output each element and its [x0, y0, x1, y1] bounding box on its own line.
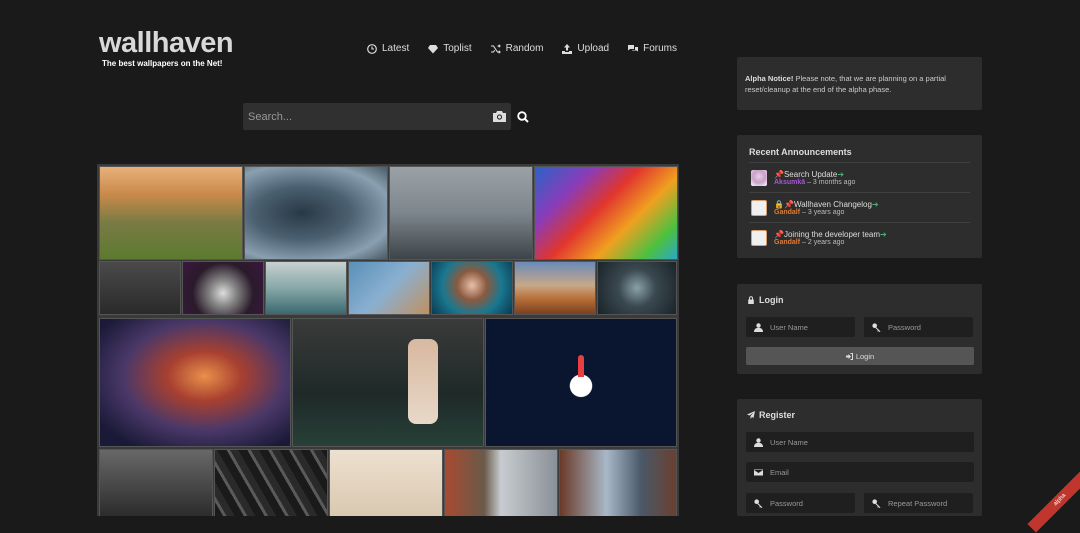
- pin-icon: 📌: [774, 229, 784, 239]
- clock-icon: [367, 43, 377, 54]
- sign-in-icon: [845, 352, 853, 360]
- register-title: Register: [759, 410, 796, 420]
- upload-icon: [562, 43, 573, 54]
- avatar: [751, 169, 767, 186]
- shuffle-icon: [490, 43, 501, 54]
- wallpaper-thumb[interactable]: [485, 318, 677, 447]
- announcement-user[interactable]: Aksumkā: [774, 179, 805, 186]
- register-heading: Register: [747, 410, 795, 420]
- register-password-input[interactable]: [770, 493, 850, 513]
- announcement-time: – 3 months ago: [807, 178, 856, 186]
- register-email-field: [746, 462, 974, 482]
- nav-random-label: Random: [505, 43, 544, 54]
- nav-random[interactable]: Random: [490, 43, 544, 54]
- comments-icon: [628, 44, 639, 51]
- wallpaper-thumb[interactable]: [244, 166, 388, 260]
- nav-latest[interactable]: Latest: [367, 43, 409, 54]
- wallpaper-thumb[interactable]: [444, 449, 558, 516]
- search-bar: [243, 103, 511, 130]
- wallpaper-thumb[interactable]: [329, 449, 443, 516]
- alpha-ribbon: alpha: [1027, 467, 1080, 533]
- pin-icon: 📌: [783, 199, 794, 209]
- diamond-icon: [428, 44, 439, 53]
- login-password-input[interactable]: [888, 317, 968, 337]
- site-logo[interactable]: wallhaven The best wallpapers on the Net…: [99, 27, 234, 68]
- wallpaper-thumb[interactable]: [559, 449, 677, 516]
- nav-upload[interactable]: Upload: [562, 43, 609, 54]
- notice-title: Alpha Notice!: [745, 74, 794, 83]
- user-icon: [753, 322, 763, 332]
- register-email-input[interactable]: [770, 462, 850, 482]
- wallpaper-thumb[interactable]: [534, 166, 678, 260]
- lock-icon: [748, 296, 754, 304]
- login-username-input[interactable]: [770, 317, 850, 337]
- wallpaper-thumb[interactable]: [99, 166, 243, 260]
- register-username-field: [746, 432, 974, 452]
- nav-forums[interactable]: Forums: [628, 43, 677, 54]
- arrow-right-icon: ➔: [871, 199, 879, 209]
- announcement-title[interactable]: Search Update: [784, 170, 837, 179]
- wallpaper-thumb[interactable]: [514, 261, 596, 315]
- announcement-user[interactable]: Gandalf: [774, 239, 800, 246]
- register-panel: Register: [737, 399, 982, 516]
- arrow-right-icon: ➔: [837, 169, 845, 179]
- wallpaper-thumb[interactable]: [389, 166, 533, 260]
- wallpaper-grid: [97, 164, 679, 516]
- user-icon: [753, 437, 763, 447]
- register-repeat-password-input[interactable]: [888, 493, 968, 513]
- pin-icon: 📌: [774, 169, 784, 179]
- announcements-title: Recent Announcements: [749, 147, 970, 163]
- login-password-field: [864, 317, 973, 337]
- key-icon: [871, 498, 880, 508]
- nav-forums-label: Forums: [643, 43, 678, 54]
- wallpaper-thumb[interactable]: [265, 261, 347, 315]
- announcement-item[interactable]: 🔒📌Wallhaven Changelog➔ Gandalf – 3 years…: [749, 193, 970, 223]
- avatar: [751, 229, 767, 246]
- announcement-title[interactable]: Joining the developer team: [784, 230, 880, 239]
- main-nav: Latest Toplist Random Upload Forums: [367, 43, 696, 54]
- announcement-item[interactable]: 📌Search Update➔ Aksumkā – 3 months ago: [749, 163, 970, 193]
- key-icon: [871, 322, 880, 332]
- search-icon[interactable]: [517, 111, 529, 123]
- announcement-user[interactable]: Gandalf: [774, 209, 800, 216]
- nav-toplist[interactable]: Toplist: [428, 43, 472, 54]
- search-input[interactable]: [243, 103, 483, 130]
- register-password-field: [746, 493, 855, 513]
- announcement-time: – 2 years ago: [802, 238, 845, 246]
- login-username-field: [746, 317, 855, 337]
- nav-toplist-label: Toplist: [443, 43, 472, 54]
- lock-icon: 🔒: [774, 199, 784, 209]
- announcements-panel: Recent Announcements 📌Search Update➔ Aks…: [737, 135, 982, 258]
- wallpaper-thumb[interactable]: [431, 261, 513, 315]
- announcement-time: – 3 years ago: [802, 208, 845, 216]
- register-username-input[interactable]: [770, 432, 850, 452]
- logo-text: wallhaven: [99, 27, 234, 59]
- key-icon: [753, 498, 762, 508]
- nav-latest-label: Latest: [382, 43, 410, 54]
- announcement-item[interactable]: 📌Joining the developer team➔ Gandalf – 2…: [749, 223, 970, 252]
- camera-icon[interactable]: [493, 110, 506, 122]
- envelope-icon: [753, 469, 763, 475]
- logo-tagline: The best wallpapers on the Net!: [102, 59, 223, 68]
- nav-upload-label: Upload: [577, 43, 610, 54]
- login-panel: Login Login: [737, 284, 982, 374]
- alpha-notice: Alpha Notice! Please note, that we are p…: [737, 57, 982, 110]
- register-repeat-password-field: [864, 493, 973, 513]
- wallpaper-thumb[interactable]: [182, 261, 264, 315]
- paper-plane-icon: [747, 411, 755, 419]
- login-button[interactable]: Login: [746, 347, 974, 365]
- wallpaper-thumb[interactable]: [348, 261, 430, 315]
- wallpaper-thumb[interactable]: [99, 449, 213, 516]
- wallpaper-thumb[interactable]: [99, 318, 291, 447]
- login-heading: Login: [747, 295, 784, 305]
- login-button-label: Login: [855, 351, 875, 361]
- login-title: Login: [759, 295, 784, 305]
- avatar: [751, 199, 767, 216]
- announcement-title[interactable]: Wallhaven Changelog: [794, 200, 872, 209]
- wallpaper-thumb[interactable]: [292, 318, 484, 447]
- arrow-right-icon: ➔: [880, 229, 887, 239]
- wallpaper-thumb[interactable]: [99, 261, 181, 315]
- wallpaper-thumb[interactable]: [214, 449, 328, 516]
- wallpaper-thumb[interactable]: [597, 261, 677, 315]
